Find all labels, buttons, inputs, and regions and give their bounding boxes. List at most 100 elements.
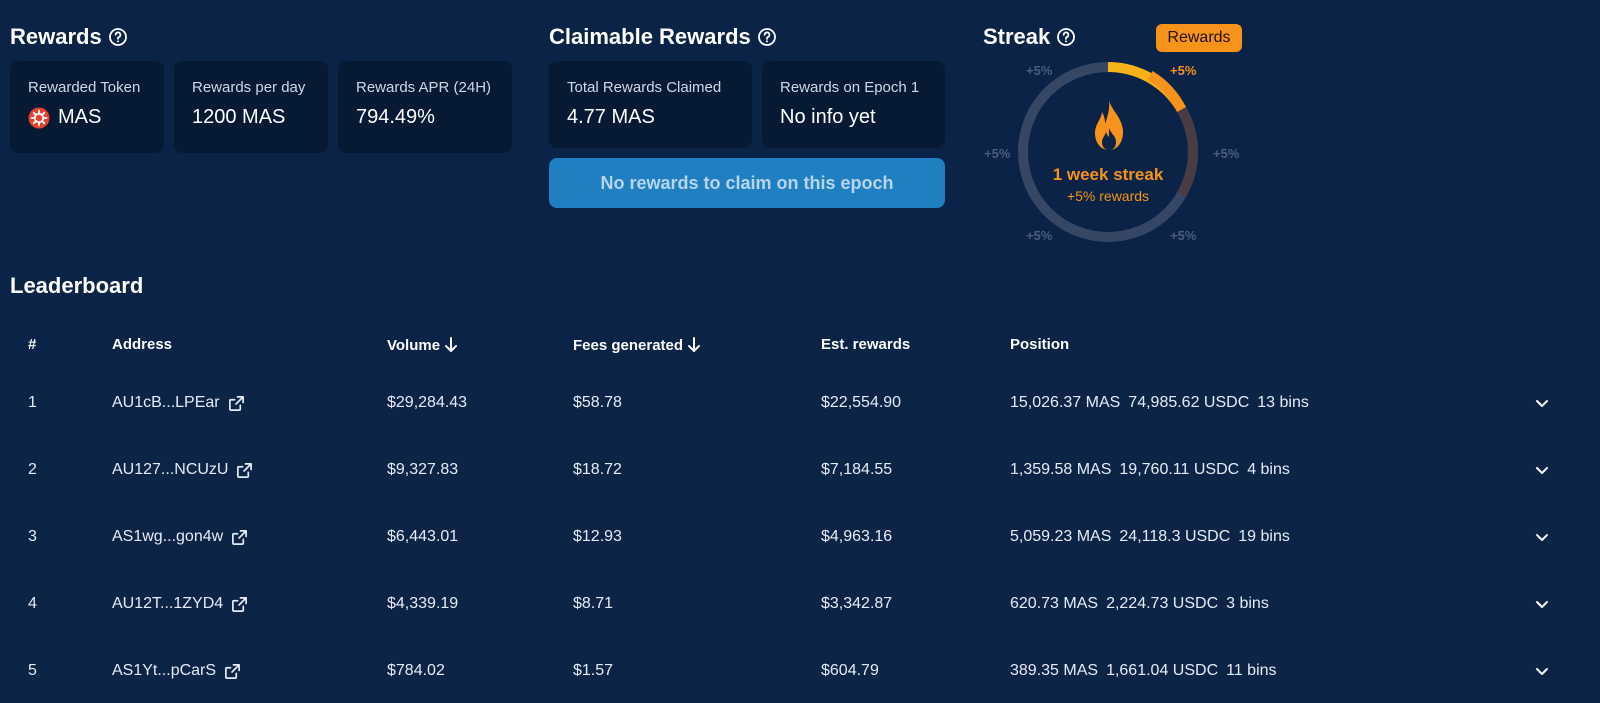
chevron-down-icon[interactable] bbox=[1534, 663, 1550, 679]
card-value: 4.77 MAS bbox=[567, 106, 655, 128]
row-est-rewards: $7,184.55 bbox=[821, 461, 893, 478]
position-bins: 13 bins bbox=[1257, 394, 1309, 411]
position-mas: 620.73 MAS bbox=[1010, 595, 1099, 612]
column-position: Position bbox=[1010, 336, 1070, 353]
chevron-down-icon[interactable] bbox=[1534, 462, 1550, 478]
card-label: Total Rewards Claimed bbox=[567, 79, 722, 96]
position-usdc: 74,985.62 USDC bbox=[1128, 394, 1250, 411]
sort-down-icon bbox=[688, 337, 701, 352]
chevron-down-icon[interactable] bbox=[1534, 596, 1550, 612]
table-row[interactable]: 4 AU12T...1ZYD4 $4,339.19 $8.71 $3,342.8… bbox=[10, 576, 1590, 632]
streak-ring-active-segment-tail bbox=[1147, 71, 1187, 112]
rewards-badge[interactable]: Rewards bbox=[1156, 24, 1242, 52]
row-est-rewards: $22,554.90 bbox=[821, 394, 902, 411]
mas-token-icon bbox=[28, 107, 50, 128]
flame-icon bbox=[1095, 100, 1123, 150]
position-bins: 19 bins bbox=[1238, 528, 1290, 545]
table-row[interactable]: 1 AU1cB...LPEar $29,284.43 $58.78 $22,55… bbox=[10, 375, 1590, 431]
external-link-icon[interactable] bbox=[231, 529, 248, 546]
total-claimed-card: Total Rewards Claimed 4.77 MAS bbox=[549, 61, 752, 148]
table-row[interactable]: 2 AU127...NCUzU $9,327.83 $18.72 $7,184.… bbox=[10, 442, 1590, 498]
claimable-title-text: Claimable Rewards bbox=[549, 24, 751, 49]
address-text[interactable]: AU127...NCUzU bbox=[112, 461, 228, 479]
epoch-rewards-card: Rewards on Epoch 1 No info yet bbox=[762, 61, 945, 148]
card-value: 1200 MAS bbox=[192, 106, 286, 128]
position-mas: 1,359.58 MAS bbox=[1010, 461, 1112, 478]
position-mas: 389.35 MAS bbox=[1010, 662, 1099, 679]
external-link-icon[interactable] bbox=[228, 395, 245, 412]
row-est-rewards: $4,963.16 bbox=[821, 528, 893, 545]
rewarded-token-card: Rewarded Token MAS bbox=[10, 61, 164, 153]
row-est-rewards: $604.79 bbox=[821, 662, 879, 679]
row-address: AU1cB...LPEar bbox=[112, 375, 245, 431]
rewards-per-day-card: Rewards per day 1200 MAS bbox=[174, 61, 328, 153]
streak-title-text: Streak bbox=[983, 24, 1051, 49]
rewards-title-text: Rewards bbox=[10, 24, 102, 49]
row-position: 5,059.23 MAS 24,118.3 USDC 19 bins bbox=[1010, 509, 1290, 565]
column-rank: # bbox=[28, 336, 37, 353]
sort-down-icon bbox=[445, 337, 458, 352]
streak-bonus: +5% rewards bbox=[1066, 188, 1150, 204]
row-volume: $784.02 bbox=[387, 662, 445, 679]
card-label: Rewards per day bbox=[192, 79, 306, 96]
row-address: AU127...NCUzU bbox=[112, 442, 253, 498]
position-usdc: 1,661.04 USDC bbox=[1106, 662, 1219, 679]
card-label: Rewards on Epoch 1 bbox=[780, 79, 920, 96]
row-rank: 4 bbox=[28, 595, 37, 612]
column-address: Address bbox=[112, 336, 173, 353]
column-volume-label: Volume bbox=[387, 336, 441, 354]
rewards-title: Rewards bbox=[10, 24, 128, 50]
card-label: Rewarded Token bbox=[28, 79, 141, 96]
leaderboard-title-text: Leaderboard bbox=[10, 273, 144, 298]
row-fees: $58.78 bbox=[573, 394, 622, 411]
streak-length: 1 week streak bbox=[1052, 165, 1164, 184]
card-label: Rewards APR (24H) bbox=[356, 79, 492, 96]
streak-segment-label: +5% bbox=[1213, 146, 1240, 161]
position-usdc: 2,224.73 USDC bbox=[1106, 595, 1219, 612]
row-position: 15,026.37 MAS 74,985.62 USDC 13 bins bbox=[1010, 375, 1309, 431]
claim-rewards-button[interactable]: No rewards to claim on this epoch bbox=[549, 158, 945, 208]
table-row[interactable]: 3 AS1wg...gon4w $6,443.01 $12.93 $4,963.… bbox=[10, 509, 1590, 565]
chevron-down-icon[interactable] bbox=[1534, 529, 1550, 545]
help-icon[interactable] bbox=[757, 27, 777, 47]
card-value: MAS bbox=[28, 106, 146, 129]
streak-segment-label: +5% bbox=[984, 146, 1011, 161]
rewards-page: Rewards Rewarded Token MAS Rewards per d… bbox=[0, 0, 1600, 703]
address-text[interactable]: AS1wg...gon4w bbox=[112, 528, 223, 546]
streak-ring-next-segment bbox=[1177, 107, 1198, 197]
position-mas: 15,026.37 MAS bbox=[1010, 394, 1121, 411]
external-link-icon[interactable] bbox=[236, 462, 253, 479]
help-icon[interactable] bbox=[1056, 27, 1076, 47]
chevron-down-icon[interactable] bbox=[1534, 395, 1550, 411]
token-name: MAS bbox=[58, 106, 102, 128]
row-address: AS1wg...gon4w bbox=[112, 509, 248, 565]
external-link-icon[interactable] bbox=[231, 596, 248, 613]
address-text[interactable]: AU1cB...LPEar bbox=[112, 394, 220, 412]
streak-center: 1 week streak +5% rewards bbox=[1033, 165, 1183, 204]
streak-segment-label: +5% bbox=[1170, 228, 1197, 243]
column-volume[interactable]: Volume bbox=[387, 336, 458, 354]
row-volume: $29,284.43 bbox=[387, 394, 468, 411]
address-text[interactable]: AU12T...1ZYD4 bbox=[112, 595, 223, 613]
position-usdc: 19,760.11 USDC bbox=[1119, 461, 1240, 478]
row-rank: 3 bbox=[28, 528, 37, 545]
position-usdc: 24,118.3 USDC bbox=[1119, 528, 1231, 545]
leaderboard-header: # Address Volume Fees generated Est. rew… bbox=[10, 336, 1590, 360]
row-volume: $4,339.19 bbox=[387, 595, 459, 612]
row-rank: 1 bbox=[28, 394, 37, 411]
address-text[interactable]: AS1Yt...pCarS bbox=[112, 662, 216, 680]
streak-segment-label: +5% bbox=[1026, 63, 1053, 78]
streak-segment-label-active: +5% bbox=[1170, 63, 1197, 78]
help-icon[interactable] bbox=[108, 27, 128, 47]
position-bins: 4 bins bbox=[1247, 461, 1290, 478]
external-link-icon[interactable] bbox=[224, 663, 241, 680]
card-value: 794.49% bbox=[356, 106, 435, 128]
claimable-title: Claimable Rewards bbox=[549, 24, 777, 50]
position-mas: 5,059.23 MAS bbox=[1010, 528, 1112, 545]
row-address: AS1Yt...pCarS bbox=[112, 643, 241, 699]
column-fees[interactable]: Fees generated bbox=[573, 336, 701, 354]
streak-segment-label: +5% bbox=[1026, 228, 1053, 243]
card-value: No info yet bbox=[780, 106, 876, 128]
table-row[interactable]: 5 AS1Yt...pCarS $784.02 $1.57 $604.79 38… bbox=[10, 643, 1590, 699]
row-est-rewards: $3,342.87 bbox=[821, 595, 893, 612]
